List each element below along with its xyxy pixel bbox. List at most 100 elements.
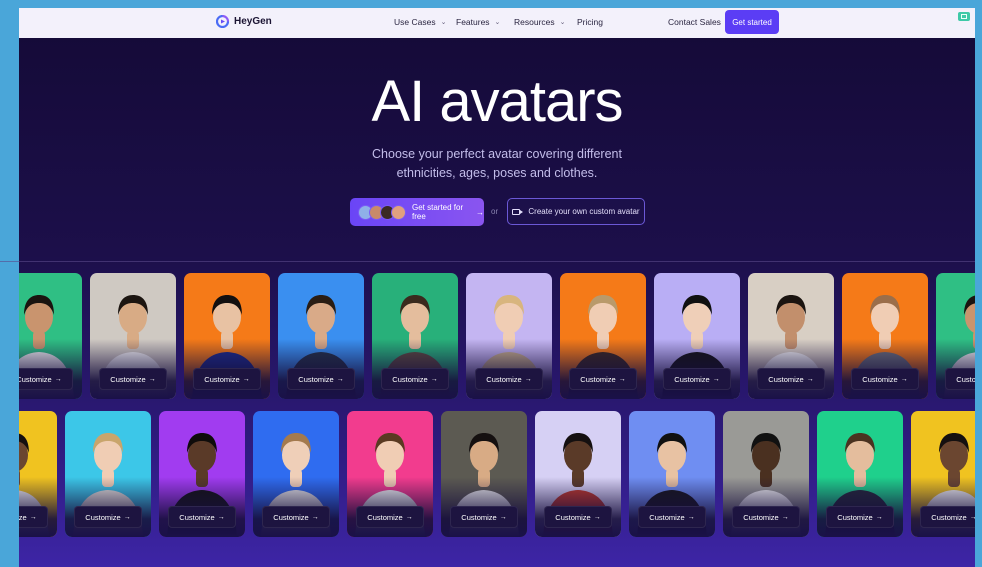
avatar-card[interactable]: Customize→ xyxy=(936,273,975,399)
customize-button[interactable]: Customize→ xyxy=(450,506,518,528)
customize-label: Customize xyxy=(392,374,428,384)
nav-features-label: Features xyxy=(456,17,490,27)
customize-button[interactable]: Customize→ xyxy=(638,506,706,528)
avatar-card[interactable]: Customize→ xyxy=(748,273,834,399)
arrow-right-icon: → xyxy=(123,513,131,521)
or-separator: or xyxy=(491,207,499,216)
customize-button[interactable]: Customize→ xyxy=(193,368,261,390)
brand-name: HeyGen xyxy=(234,16,272,27)
customize-button[interactable]: Customize→ xyxy=(663,368,731,390)
create-custom-avatar-button[interactable]: Create your own custom avatar xyxy=(507,198,645,225)
customize-button[interactable]: Customize→ xyxy=(732,506,800,528)
customize-button[interactable]: Customize→ xyxy=(381,368,449,390)
avatar-card[interactable]: Customize→ xyxy=(466,273,552,399)
arrow-right-icon: → xyxy=(311,513,319,521)
customize-button[interactable]: Customize→ xyxy=(475,368,543,390)
customize-label: Customize xyxy=(85,512,121,522)
customize-label: Customize xyxy=(367,512,403,522)
avatar-card[interactable]: Customize→ xyxy=(654,273,740,399)
avatar-card[interactable]: Customize→ xyxy=(372,273,458,399)
top-strip xyxy=(19,0,975,8)
avatar-card[interactable]: Customize→ xyxy=(90,273,176,399)
heygen-logo[interactable]: HeyGen xyxy=(216,15,272,28)
avatar xyxy=(391,204,406,220)
avatar-card[interactable]: Customize→ xyxy=(560,273,646,399)
arrow-right-icon: → xyxy=(148,375,156,383)
customize-button[interactable]: Customize→ xyxy=(826,506,894,528)
arrow-right-icon: → xyxy=(806,375,814,383)
arrow-right-icon: → xyxy=(476,207,484,217)
customize-label: Customize xyxy=(580,374,616,384)
avatar-card[interactable]: Customize→ xyxy=(253,411,339,537)
avatar-card[interactable]: Customize→ xyxy=(278,273,364,399)
customize-label: Customize xyxy=(837,512,873,522)
avatar-card[interactable]: Customize→ xyxy=(441,411,527,537)
customize-button[interactable]: Customize→ xyxy=(569,368,637,390)
customize-button[interactable]: Customize→ xyxy=(851,368,919,390)
get-started-label: Get started xyxy=(732,17,772,27)
contact-sales-label: Contact Sales xyxy=(668,17,721,27)
arrow-right-icon: → xyxy=(900,375,908,383)
arrow-right-icon: → xyxy=(405,513,413,521)
divider xyxy=(0,261,982,262)
customize-label: Customize xyxy=(273,512,309,522)
avatar-stack xyxy=(358,204,406,220)
avatar-card[interactable]: Customize→ xyxy=(347,411,433,537)
customize-label: Customize xyxy=(555,512,591,522)
extension-icon[interactable] xyxy=(958,12,970,21)
chevron-down-icon: ⌄ xyxy=(440,19,447,26)
nav-features[interactable]: Features ⌄ xyxy=(456,17,500,27)
customize-button[interactable]: Customize→ xyxy=(19,506,48,528)
customize-button[interactable]: Customize→ xyxy=(287,368,355,390)
nav-use-cases[interactable]: Use Cases ⌄ xyxy=(394,17,446,27)
get-started-free-button[interactable]: Get started for free → xyxy=(350,198,484,226)
nav-pricing[interactable]: Pricing xyxy=(577,17,603,27)
nav-resources-label: Resources xyxy=(514,17,555,27)
arrow-right-icon: → xyxy=(687,513,695,521)
arrow-right-icon: → xyxy=(336,375,344,383)
get-started-button[interactable]: Get started xyxy=(725,10,779,34)
avatar-card[interactable]: Customize→ xyxy=(911,411,975,537)
customize-label: Customize xyxy=(674,374,710,384)
avatar-card[interactable]: Customize→ xyxy=(19,411,57,537)
arrow-right-icon: → xyxy=(242,375,250,383)
arrow-right-icon: → xyxy=(29,513,37,521)
customize-label: Customize xyxy=(110,374,146,384)
customize-button[interactable]: Customize→ xyxy=(757,368,825,390)
arrow-right-icon: → xyxy=(430,375,438,383)
avatar-card[interactable]: Customize→ xyxy=(159,411,245,537)
customize-label: Customize xyxy=(768,374,804,384)
customize-button[interactable]: Customize→ xyxy=(74,506,142,528)
nav-pricing-label: Pricing xyxy=(577,17,603,27)
avatar-card[interactable]: Customize→ xyxy=(629,411,715,537)
customize-button[interactable]: Customize→ xyxy=(99,368,167,390)
arrow-right-icon: → xyxy=(618,375,626,383)
customize-button[interactable]: Customize→ xyxy=(168,506,236,528)
avatar-card[interactable]: Customize→ xyxy=(817,411,903,537)
avatar-row-1: Customize → Customize → Customize → Customize →… xyxy=(19,273,975,403)
customize-label: Customize xyxy=(19,512,27,522)
arrow-right-icon: → xyxy=(712,375,720,383)
customize-button[interactable]: Customize→ xyxy=(262,506,330,528)
top-nav: HeyGen Use Cases ⌄ Features ⌄ Resources … xyxy=(19,8,975,38)
customize-label: Customize xyxy=(298,374,334,384)
customize-label: Customize xyxy=(204,374,240,384)
avatar-card[interactable]: Customize→ xyxy=(184,273,270,399)
customize-label: Customize xyxy=(649,512,685,522)
get-started-free-label: Get started for free xyxy=(412,203,464,221)
customize-label: Customize xyxy=(486,374,522,384)
contact-sales-link[interactable]: Contact Sales xyxy=(668,17,721,27)
customize-button[interactable]: Customize→ xyxy=(19,368,73,390)
avatar-card[interactable]: Customize→ xyxy=(535,411,621,537)
avatar-card[interactable]: Customize→ xyxy=(65,411,151,537)
nav-resources[interactable]: Resources ⌄ xyxy=(514,17,566,27)
avatar-card[interactable]: Customize→ xyxy=(842,273,928,399)
avatar-card[interactable]: Customize→ xyxy=(723,411,809,537)
avatar-row-2: Customize→Customize→Customize→Customize→… xyxy=(19,411,975,541)
customize-label: Customize xyxy=(743,512,779,522)
customize-button[interactable]: Customize→ xyxy=(945,368,975,390)
customize-button[interactable]: Customize→ xyxy=(544,506,612,528)
customize-button[interactable]: Customize→ xyxy=(920,506,975,528)
avatar-card[interactable]: Customize→ xyxy=(19,273,82,399)
customize-button[interactable]: Customize→ xyxy=(356,506,424,528)
